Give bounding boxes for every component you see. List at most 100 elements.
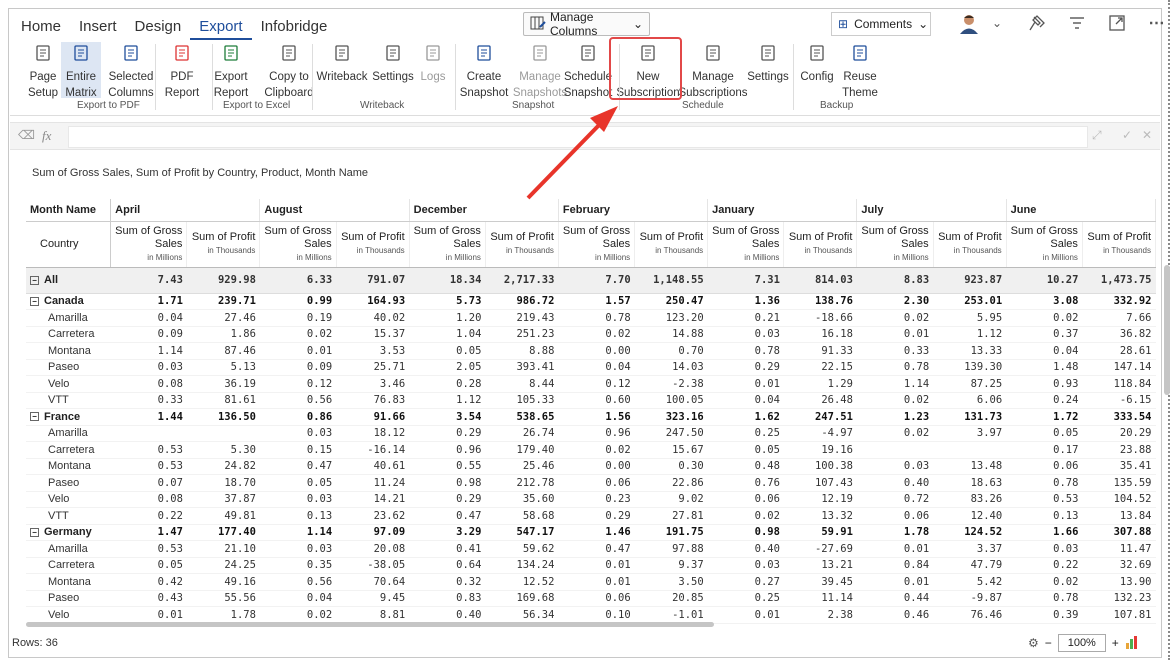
cell-value[interactable]: 0.05	[259, 474, 337, 492]
cell-value[interactable]: 40.02	[336, 309, 410, 327]
cell-value[interactable]: 0.08	[110, 491, 187, 508]
cell-value[interactable]: 1.86	[186, 326, 260, 343]
cell-value[interactable]: 0.15	[259, 441, 337, 459]
cell-value[interactable]: 5.13	[186, 359, 260, 376]
cell-value[interactable]: 11.14	[783, 590, 857, 607]
cell-value[interactable]: 1.56	[558, 408, 635, 426]
cell-value[interactable]: 212.78	[485, 474, 559, 492]
cell-value[interactable]: 35.60	[485, 491, 559, 508]
cell-value[interactable]: 1.78	[856, 524, 934, 541]
create-snapshot-button[interactable]: Create Snapshot	[459, 44, 509, 101]
expand-icon[interactable]	[1104, 10, 1130, 36]
cell-value[interactable]: 26.48	[783, 392, 857, 409]
cell-value[interactable]: 1.29	[783, 375, 857, 393]
cell-value[interactable]: 0.00	[558, 458, 635, 475]
cell-value[interactable]: 923.87	[933, 267, 1007, 294]
cell-value[interactable]: 13.84	[1082, 507, 1156, 525]
row-label[interactable]: − Germany	[26, 524, 111, 541]
cell-value[interactable]: 13.21	[783, 557, 857, 574]
cell-value[interactable]: 0.04	[1006, 342, 1083, 360]
cell-value[interactable]: 239.71	[186, 293, 260, 310]
cell-value[interactable]: 131.73	[933, 408, 1007, 426]
cell-value[interactable]: 0.12	[558, 375, 635, 393]
cell-value[interactable]: 0.28	[409, 375, 486, 393]
cell-value[interactable]: 13.48	[933, 458, 1007, 475]
cell-value[interactable]: 3.08	[1006, 293, 1083, 310]
month-header[interactable]: January	[707, 199, 858, 222]
cell-value[interactable]: 5.95	[933, 309, 1007, 327]
month-header[interactable]: December	[409, 199, 559, 222]
cell-value[interactable]: 253.01	[933, 293, 1007, 310]
cell-value[interactable]: 1,148.55	[634, 267, 708, 294]
pdf-report-button[interactable]: PDF Report	[162, 44, 202, 101]
cell-value[interactable]: 177.40	[186, 524, 260, 541]
cell-value[interactable]: 0.29	[409, 491, 486, 508]
cell-value[interactable]: 0.70	[634, 342, 708, 360]
cell-value[interactable]: 3.37	[933, 540, 1007, 558]
cell-value[interactable]: 1.48	[1006, 359, 1083, 376]
cell-value[interactable]: 11.47	[1082, 540, 1156, 558]
cell-value[interactable]: 2,717.33	[485, 267, 559, 294]
collapse-icon[interactable]: −	[30, 412, 39, 422]
zoom-out-button[interactable]: −	[1045, 636, 1052, 650]
gross-sales-header[interactable]: Sum of Gross Sales in Millions	[856, 221, 934, 268]
gross-sales-header[interactable]: Sum of Gross Sales in Millions	[1006, 221, 1083, 268]
cell-value[interactable]: 132.23	[1082, 590, 1156, 607]
cell-value[interactable]: 0.03	[259, 540, 337, 558]
cell-value[interactable]: 1.47	[110, 524, 187, 541]
cell-value[interactable]: 1.66	[1006, 524, 1083, 541]
cell-value[interactable]: 0.83	[409, 590, 486, 607]
cell-value[interactable]: 7.31	[707, 267, 784, 294]
cell-value[interactable]: 0.02	[856, 425, 934, 442]
month-header[interactable]: August	[259, 199, 410, 222]
cell-value[interactable]: 1.14	[856, 375, 934, 393]
cell-value[interactable]: 0.07	[110, 474, 187, 492]
cell-value[interactable]: 8.81	[336, 606, 410, 624]
cell-value[interactable]: 6.33	[259, 267, 337, 294]
cell-value[interactable]: 49.16	[186, 573, 260, 591]
cell-value[interactable]: 0.01	[707, 375, 784, 393]
cell-value[interactable]: 0.98	[409, 474, 486, 492]
cell-value[interactable]: 332.92	[1082, 293, 1156, 310]
cell-value[interactable]: 1.23	[856, 408, 934, 426]
cell-value[interactable]: 87.25	[933, 375, 1007, 393]
cell-value[interactable]: 0.02	[259, 606, 337, 624]
cell-value[interactable]: 0.27	[707, 573, 784, 591]
chart-icon[interactable]	[1125, 635, 1139, 652]
cell-value[interactable]: 13.33	[933, 342, 1007, 360]
cell-value[interactable]: 22.15	[783, 359, 857, 376]
cell-value[interactable]: 36.19	[186, 375, 260, 393]
cell-value[interactable]: 136.50	[186, 408, 260, 426]
horizontal-scrollbar[interactable]	[26, 622, 714, 627]
cell-value[interactable]: 59.62	[485, 540, 559, 558]
cell-value[interactable]: -16.14	[336, 441, 410, 459]
month-header[interactable]: February	[558, 199, 709, 222]
cell-value[interactable]: 97.09	[336, 524, 410, 541]
cell-value[interactable]: 814.03	[783, 267, 857, 294]
cell-value[interactable]: 36.82	[1082, 326, 1156, 343]
cell-value[interactable]: -18.66	[783, 309, 857, 327]
cell-value[interactable]: 0.29	[707, 359, 784, 376]
cell-value[interactable]: 251.23	[485, 326, 559, 343]
more-options-icon[interactable]: ⋯	[1144, 10, 1170, 36]
cell-value[interactable]: 0.47	[558, 540, 635, 558]
cell-value[interactable]: 0.24	[1006, 392, 1083, 409]
zoom-level[interactable]: 100%	[1057, 634, 1106, 652]
cell-value[interactable]: 929.98	[186, 267, 260, 294]
cell-value[interactable]: 307.88	[1082, 524, 1156, 541]
cell-value[interactable]: 0.05	[1006, 425, 1083, 442]
cell-value[interactable]: 7.43	[110, 267, 187, 294]
cell-value[interactable]: 0.53	[110, 441, 187, 459]
cell-value[interactable]: 0.86	[259, 408, 337, 426]
cell-value[interactable]: 2.30	[856, 293, 934, 310]
cell-value[interactable]: 81.61	[186, 392, 260, 409]
cell-value[interactable]: 393.41	[485, 359, 559, 376]
cell-value[interactable]: 49.81	[186, 507, 260, 525]
filter-icon[interactable]	[1064, 10, 1090, 36]
entire-matrix-button[interactable]: Entire Matrix	[61, 44, 101, 101]
gross-sales-header[interactable]: Sum of Gross Sales in Millions	[409, 221, 486, 268]
cancel-icon[interactable]: ✕	[1142, 128, 1152, 142]
cell-value[interactable]: 0.72	[856, 491, 934, 508]
cell-value[interactable]: 3.50	[634, 573, 708, 591]
pin-icon[interactable]	[1024, 10, 1050, 36]
